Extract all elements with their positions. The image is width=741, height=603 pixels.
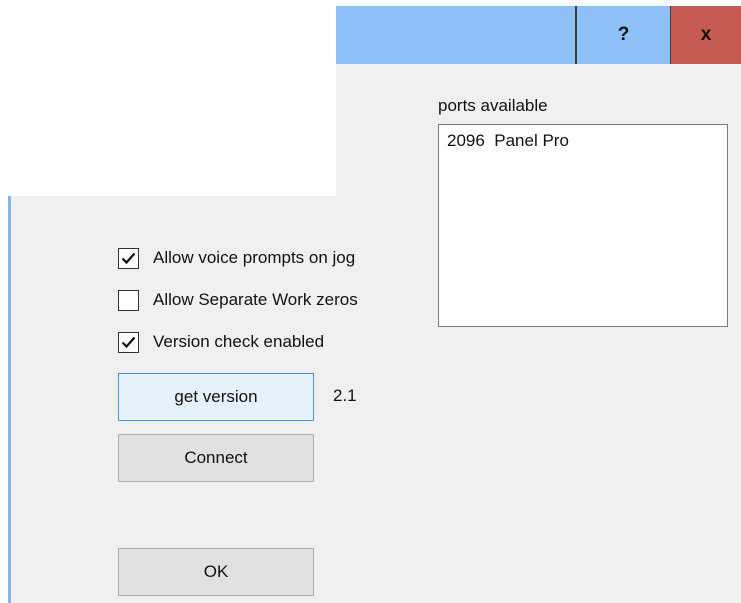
- occluding-overlay: [0, 0, 336, 196]
- version-value: 2.1: [333, 386, 357, 405]
- separate-work-zeros-checkbox-row[interactable]: Allow Separate Work zeros: [118, 288, 358, 312]
- close-button[interactable]: x: [670, 6, 741, 64]
- voice-prompts-label: Allow voice prompts on jog: [153, 248, 356, 267]
- close-icon: x: [700, 24, 712, 45]
- separate-work-zeros-checkbox[interactable]: [118, 289, 139, 311]
- checkmark-icon: [121, 252, 136, 264]
- separate-work-zeros-label: Allow Separate Work zeros: [153, 290, 358, 309]
- help-button[interactable]: ?: [575, 6, 670, 64]
- version-check-checkbox-row[interactable]: Version check enabled: [118, 330, 324, 354]
- checkmark-icon: [121, 336, 136, 348]
- connect-button[interactable]: Connect: [118, 434, 314, 482]
- question-mark-icon: ?: [617, 24, 630, 45]
- version-check-checkbox[interactable]: [118, 331, 139, 353]
- version-check-label: Version check enabled: [153, 332, 325, 351]
- ports-listbox[interactable]: 2096 Panel Pro: [438, 124, 728, 327]
- voice-prompts-checkbox[interactable]: [118, 247, 139, 269]
- get-version-button[interactable]: get version: [118, 373, 314, 421]
- dialog-window: ? x ports available 2096 Panel Pro Allow…: [0, 0, 741, 603]
- ok-button[interactable]: OK: [118, 548, 314, 596]
- ports-list-item[interactable]: 2096 Panel Pro: [447, 131, 569, 151]
- ports-available-label: ports available: [438, 96, 548, 115]
- voice-prompts-checkbox-row[interactable]: Allow voice prompts on jog: [118, 246, 355, 270]
